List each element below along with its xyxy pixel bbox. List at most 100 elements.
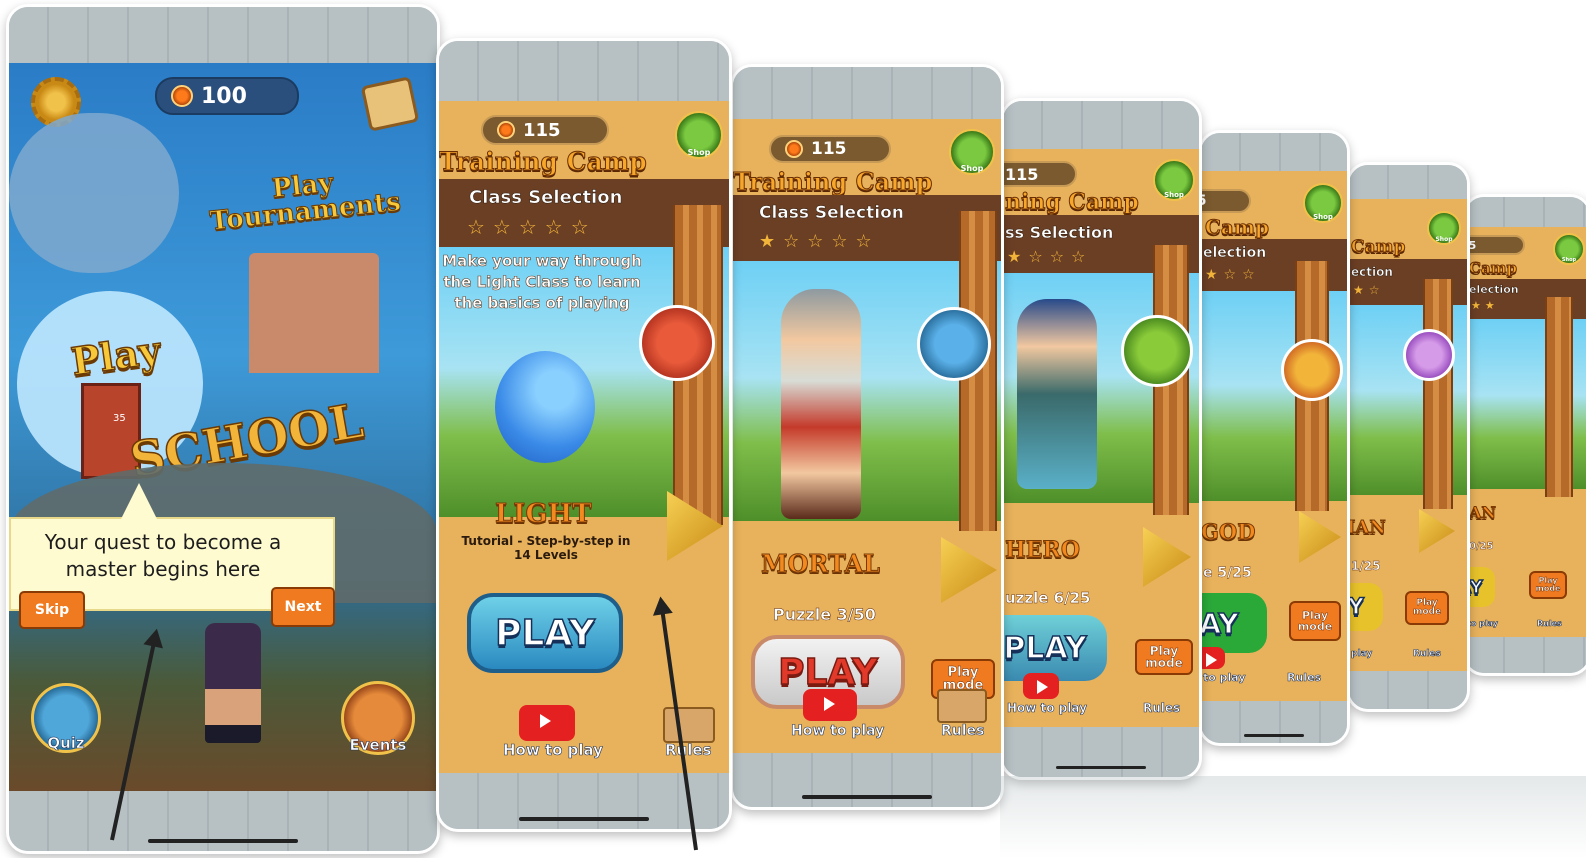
stone-frame-top bbox=[1201, 133, 1347, 171]
star-rating: ★☆ bbox=[1353, 283, 1385, 297]
phone-screen-class-4: 115 Shop ning Camp ss Selection ★☆☆☆ HER… bbox=[1000, 98, 1202, 780]
rules-link[interactable]: Rules bbox=[1537, 619, 1562, 629]
how-to-play-link[interactable]: to play bbox=[1203, 671, 1246, 685]
class-bubble[interactable] bbox=[1281, 339, 1343, 401]
coin-count: 100 bbox=[201, 83, 247, 109]
tooltip-tail bbox=[121, 483, 157, 519]
class-screen: 15 Shop Camp election ★★ AN 0/25 AY Play… bbox=[1465, 227, 1586, 637]
shop-button[interactable]: Shop bbox=[1553, 233, 1585, 265]
intro-text: Make your way through the Light Class to… bbox=[442, 252, 642, 313]
rules-link[interactable]: Rules bbox=[1143, 701, 1181, 716]
stone-frame-top bbox=[1465, 197, 1586, 227]
home-indicator bbox=[148, 839, 298, 843]
training-camp-title: Camp bbox=[1350, 237, 1406, 258]
skip-button[interactable]: Skip bbox=[19, 591, 85, 629]
temple-building bbox=[249, 253, 379, 373]
training-camp-title: Training Camp bbox=[439, 147, 647, 177]
play-mode-button[interactable]: Play mode bbox=[1135, 639, 1193, 675]
how-to-play-video-icon[interactable] bbox=[519, 705, 575, 741]
phone-screen-class-7: 15 Shop Camp election ★★ AN 0/25 AY Play… bbox=[1462, 194, 1586, 676]
shop-button[interactable]: Shop bbox=[1303, 183, 1343, 223]
play-button[interactable]: AY bbox=[1201, 593, 1267, 653]
coin-count: 115 bbox=[1005, 164, 1039, 184]
class-name: HERO bbox=[1004, 537, 1081, 564]
class-selection-label: election bbox=[1203, 245, 1267, 262]
rules-link[interactable]: Rules bbox=[1287, 671, 1322, 685]
shop-button[interactable]: Shop bbox=[675, 111, 723, 159]
next-button[interactable]: Next bbox=[271, 587, 335, 627]
stone-frame-top bbox=[733, 67, 1001, 119]
puzzle-progress: Puzzle 3/50 bbox=[773, 605, 876, 625]
shop-button[interactable]: Shop bbox=[949, 129, 995, 175]
class-bubble[interactable] bbox=[917, 307, 991, 381]
mortal-character bbox=[781, 289, 861, 519]
rules-link[interactable]: Rules bbox=[1413, 649, 1441, 660]
class-selection-label: Class Selection bbox=[759, 203, 904, 224]
star-rating: ☆☆☆☆☆ bbox=[467, 215, 597, 239]
class-screen: 15 Shop Camp election ★☆☆ GOD e 5/25 AY … bbox=[1201, 171, 1347, 701]
phone-screen-class-5: 15 Shop Camp election ★☆☆ GOD e 5/25 AY … bbox=[1198, 130, 1350, 746]
play-button[interactable]: PLAY bbox=[467, 593, 623, 673]
play-tournaments-label[interactable]: Play Tournaments bbox=[197, 162, 411, 237]
how-to-play-link[interactable]: play bbox=[1351, 649, 1373, 660]
puzzle-progress: 0/25 bbox=[1469, 541, 1494, 552]
how-to-play-video-icon[interactable] bbox=[1201, 647, 1225, 669]
next-class-arrow[interactable] bbox=[1143, 527, 1191, 587]
rules-book-icon[interactable] bbox=[937, 689, 987, 723]
class-bubble[interactable] bbox=[1403, 329, 1455, 381]
class-selection-label: ss Selection bbox=[1005, 223, 1114, 243]
class-selection-label: election bbox=[1469, 283, 1519, 297]
shop-button[interactable]: Shop bbox=[1427, 211, 1461, 245]
class-screen: 115 Shop Training Camp Class Selection ★… bbox=[733, 119, 1001, 753]
class-description: Tutorial - Step-by-step in 14 Levels bbox=[461, 534, 631, 562]
home-indicator bbox=[519, 817, 649, 821]
stone-column bbox=[1423, 279, 1453, 509]
how-to-play-link[interactable]: How to play bbox=[1007, 701, 1088, 716]
play-mode-button[interactable]: Play mode bbox=[1529, 571, 1567, 599]
class-name: AN bbox=[1468, 503, 1497, 523]
next-class-arrow[interactable] bbox=[1299, 511, 1341, 563]
how-to-play-link[interactable]: How to play bbox=[503, 741, 604, 760]
class-screen: 115 Shop ning Camp ss Selection ★☆☆☆ HER… bbox=[1003, 149, 1199, 727]
class-screen: 115 Shop Training Camp Class Selection ☆… bbox=[439, 101, 729, 773]
stone-frame-top bbox=[9, 7, 437, 63]
training-camp-title: Camp bbox=[1204, 215, 1270, 240]
quiz-button[interactable]: Quiz bbox=[31, 683, 101, 753]
star-rating: ★★ bbox=[1471, 299, 1499, 312]
class-bubble[interactable] bbox=[1121, 315, 1193, 387]
next-class-arrow[interactable] bbox=[1419, 509, 1455, 553]
play-button[interactable]: Y bbox=[1349, 583, 1383, 631]
how-to-play-link[interactable]: to play bbox=[1467, 619, 1499, 629]
shop-button[interactable]: Shop bbox=[1153, 159, 1195, 201]
class-name: LIGHT bbox=[495, 499, 593, 530]
play-mode-button[interactable]: Play mode bbox=[1289, 601, 1341, 641]
play-mode-button[interactable]: Play mode bbox=[1405, 591, 1449, 625]
hero-character bbox=[1017, 299, 1097, 489]
coin-counter: 115 bbox=[481, 115, 609, 145]
coin-icon bbox=[785, 140, 803, 158]
rules-link[interactable]: Rules bbox=[941, 723, 985, 740]
events-button[interactable]: Events bbox=[341, 681, 415, 755]
rules-book-icon[interactable] bbox=[663, 707, 715, 743]
training-camp-title: Camp bbox=[1468, 259, 1518, 278]
training-camp-title: ning Camp bbox=[1005, 189, 1140, 216]
next-class-arrow[interactable] bbox=[941, 537, 997, 603]
how-to-play-link[interactable]: How to play bbox=[791, 723, 885, 740]
class-selection-label: ection bbox=[1351, 265, 1393, 280]
phone-screen-class-2: 115 Shop Training Camp Class Selection ☆… bbox=[436, 38, 732, 832]
stone-frame-top bbox=[1349, 165, 1467, 199]
coin-counter: 15 bbox=[1201, 189, 1251, 213]
stone-frame-bottom bbox=[1465, 637, 1586, 673]
map-scroll-icon[interactable] bbox=[360, 76, 420, 132]
reflection bbox=[1000, 776, 1586, 858]
class-name: IAN bbox=[1349, 517, 1386, 539]
play-button[interactable]: PLAY bbox=[1003, 615, 1107, 681]
how-to-play-video-icon[interactable] bbox=[803, 689, 857, 721]
rules-link[interactable]: Rules bbox=[665, 741, 712, 760]
home-indicator bbox=[1056, 766, 1146, 769]
how-to-play-video-icon[interactable] bbox=[1023, 673, 1059, 699]
coin-counter: 100 bbox=[155, 77, 299, 115]
class-bubble[interactable] bbox=[639, 305, 715, 381]
phone-screen-class-6: Shop Camp ection ★☆ IAN 1/25 Y Play mode… bbox=[1346, 162, 1470, 712]
coin-count: 115 bbox=[523, 119, 561, 141]
